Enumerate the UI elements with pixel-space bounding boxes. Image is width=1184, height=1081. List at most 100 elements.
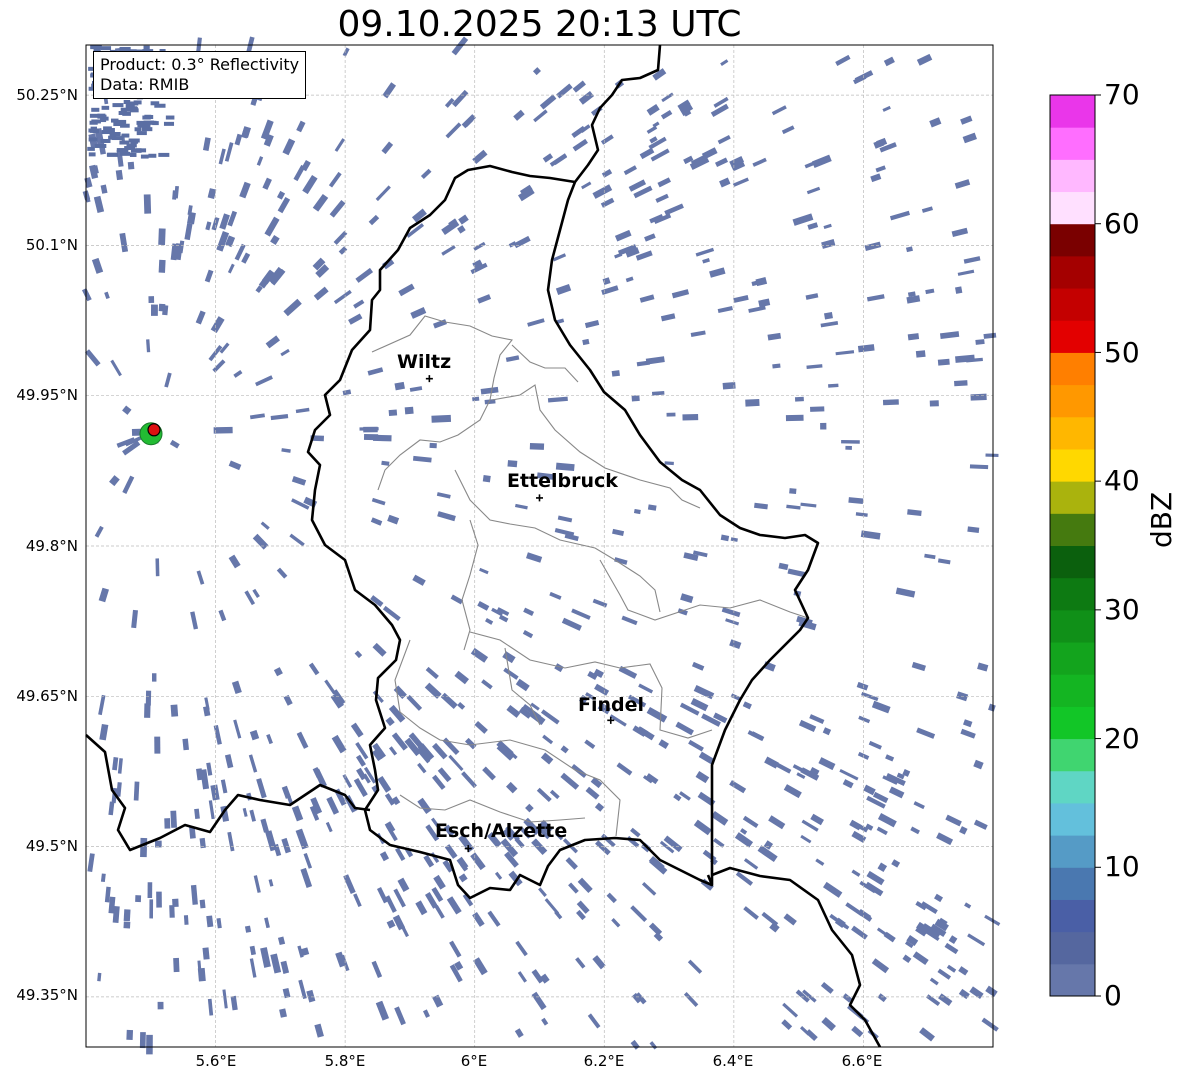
- echo-cell: [863, 784, 876, 796]
- echo-cell: [514, 503, 528, 510]
- echo-cell: [944, 942, 959, 955]
- echo-cell: [973, 819, 988, 830]
- echo-cell: [333, 289, 352, 305]
- echo-cell: [98, 587, 109, 603]
- echo-cell: [302, 174, 318, 195]
- echo-cell: [295, 407, 310, 414]
- echo-cell: [506, 781, 518, 794]
- colorbar-segment: [1050, 706, 1095, 740]
- echo-cell: [748, 305, 766, 313]
- echo-cell: [939, 331, 960, 339]
- radar-site-dot: [147, 423, 161, 437]
- echo-cell: [675, 721, 694, 736]
- echo-cell: [100, 46, 112, 51]
- lat-tick-label: 49.95°N: [16, 386, 78, 404]
- echo-cell: [792, 213, 814, 226]
- colorbar-segment: [1050, 899, 1095, 933]
- echo-cell: [977, 662, 989, 672]
- city-markers: [425, 375, 615, 853]
- echo-cell: [945, 814, 962, 827]
- echo-cell: [127, 161, 135, 170]
- echo-cell: [644, 233, 656, 242]
- colorbar-segment: [1050, 931, 1095, 965]
- echo-cell: [273, 667, 283, 677]
- echo-cell: [134, 127, 142, 132]
- echo-cell: [133, 100, 142, 105]
- colorbar-segment: [1050, 513, 1095, 546]
- echo-cell: [387, 514, 400, 525]
- echo-cell: [141, 127, 153, 132]
- echo-cell: [660, 313, 676, 322]
- colorbar-tick-label: 20: [1104, 722, 1140, 755]
- lon-tick-label: 6.6°E: [841, 1052, 883, 1070]
- echo-cell: [172, 898, 179, 908]
- echo-cell: [912, 951, 929, 965]
- echo-cell: [280, 348, 290, 357]
- echo-cell: [140, 154, 149, 159]
- echo-cell: [355, 267, 374, 283]
- echo-cell: [329, 199, 346, 218]
- echo-cell: [231, 680, 242, 694]
- echo-cell: [398, 283, 415, 297]
- echo-cell: [266, 733, 273, 745]
- colorbar-segment: [1050, 802, 1095, 836]
- echo-cell: [975, 339, 985, 345]
- echo-cell: [631, 395, 640, 402]
- echo-cell: [412, 574, 426, 586]
- echo-cell: [734, 832, 754, 848]
- echo-cell: [821, 239, 836, 249]
- echo-cell: [242, 807, 248, 817]
- echo-cell: [929, 400, 939, 407]
- echo-cell: [549, 591, 562, 600]
- echo-cell: [227, 831, 235, 852]
- echo-cell: [353, 893, 362, 908]
- echo-cell: [565, 857, 578, 870]
- city-marker: [425, 375, 433, 383]
- echo-cell: [255, 375, 273, 387]
- echo-cell: [820, 321, 839, 328]
- echo-cell: [457, 701, 466, 710]
- district-boundary: [599, 559, 809, 621]
- echo-cell: [891, 859, 901, 868]
- echo-cell: [233, 369, 243, 378]
- echo-cell: [376, 887, 389, 904]
- echo-cell: [473, 241, 486, 251]
- colorbar-tick-label: 30: [1104, 593, 1140, 626]
- echo-cell: [929, 977, 939, 986]
- echo-cell: [249, 809, 256, 822]
- echo-cell: [556, 83, 573, 99]
- echo-cell: [650, 148, 670, 162]
- echo-cell: [785, 414, 804, 422]
- echo-cell: [885, 754, 895, 762]
- echo-cell: [281, 785, 292, 799]
- echo-cell: [249, 958, 257, 978]
- echo-cell: [210, 316, 225, 334]
- echo-cell: [276, 190, 286, 200]
- echo-cell: [752, 157, 767, 167]
- echo-cell: [92, 129, 99, 134]
- echo-cell: [140, 837, 148, 858]
- echo-cell: [630, 1039, 640, 1050]
- echo-cell: [743, 906, 759, 920]
- echo-cell: [871, 700, 891, 714]
- echo-cell: [437, 511, 456, 522]
- echo-cell: [541, 1017, 549, 1026]
- echo-cell: [929, 117, 942, 128]
- echo-cell: [370, 517, 383, 526]
- echo-cell: [265, 335, 280, 349]
- echo-cell: [139, 123, 151, 128]
- echo-cell: [851, 869, 861, 877]
- echo-cell: [118, 111, 127, 116]
- echo-cell: [957, 269, 975, 276]
- echo-cell: [277, 936, 286, 946]
- product-info-box: Product: 0.3° Reflectivity Data: RMIB: [93, 51, 307, 99]
- echo-cell: [753, 502, 768, 510]
- echo-cell: [973, 759, 984, 770]
- echo-cell: [549, 789, 560, 800]
- echo-cell: [924, 553, 936, 560]
- echo-cell: [131, 609, 138, 629]
- echo-cell: [470, 647, 489, 663]
- echo-cell: [388, 746, 398, 756]
- echo-cell: [868, 740, 882, 750]
- radar-map: [81, 36, 1101, 1055]
